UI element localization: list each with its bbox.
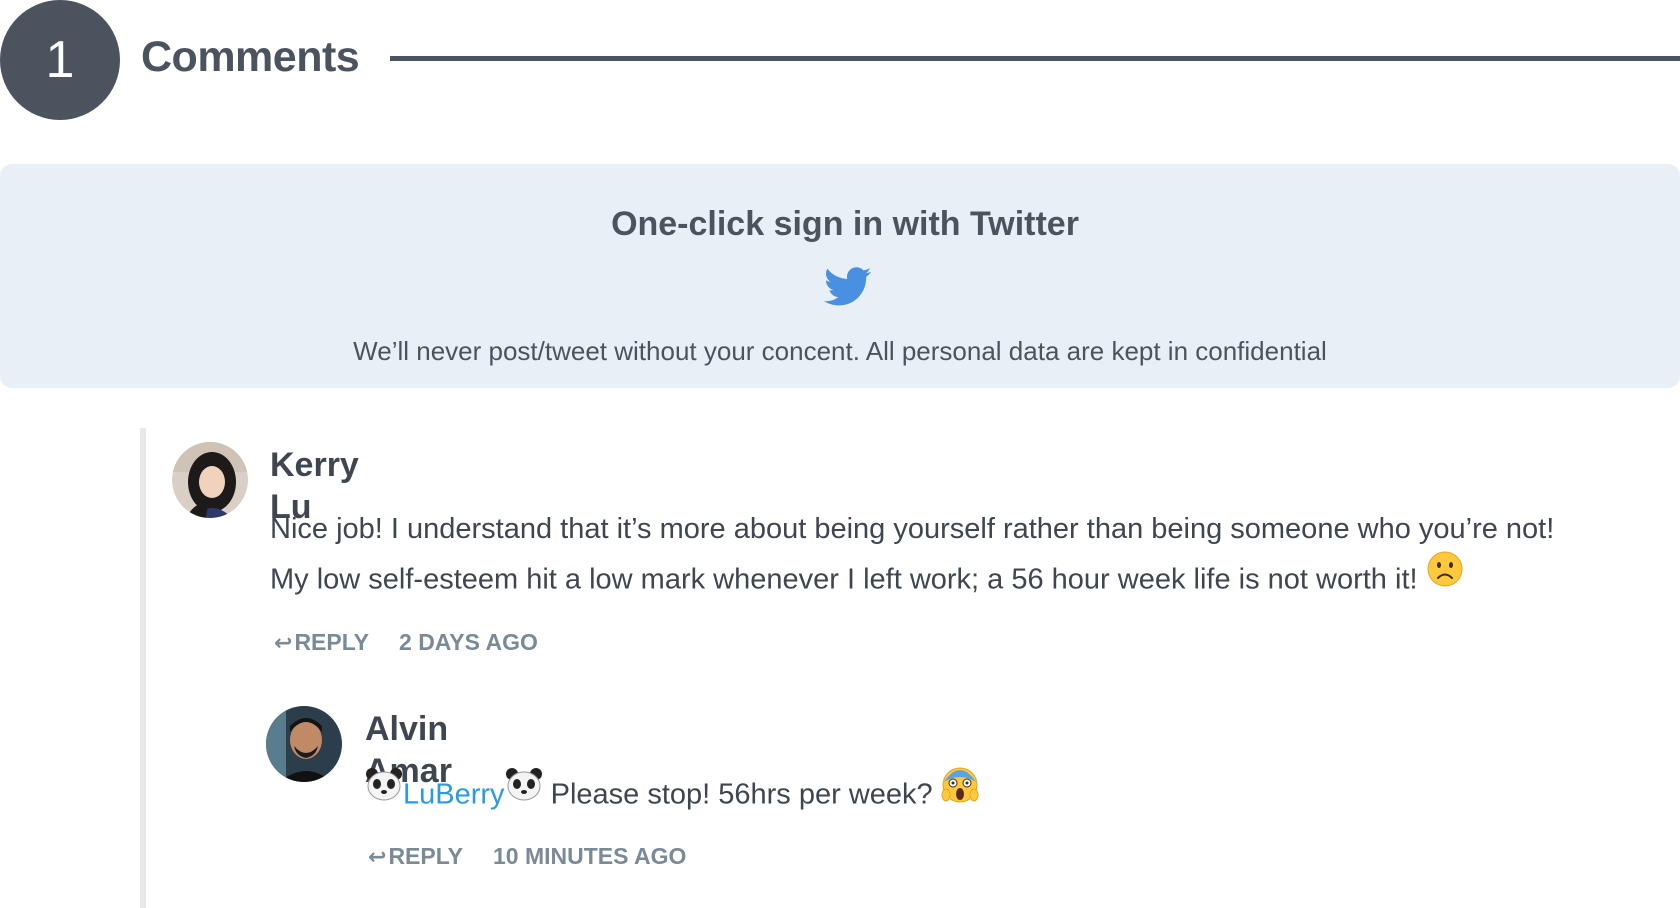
comment-line-with-emoji: My low self-esteem hit a low mark whenev… — [270, 551, 1554, 608]
comment-text: Please stop! 56hrs per week? — [542, 778, 941, 811]
comment-count-badge: 1 — [0, 0, 120, 120]
comment-line: My low self-esteem hit a low mark whenev… — [270, 563, 1418, 596]
privacy-note: We’ll never post/tweet without your conc… — [353, 336, 1327, 366]
face-screaming-in-fear-icon — [941, 764, 979, 820]
reply-arrow-icon: ↩ — [274, 630, 293, 655]
comment-body: Nice job! I understand that it’s more ab… — [270, 504, 1554, 608]
comments-header: 1 Comments — [0, 0, 1680, 120]
header-divider — [390, 56, 1680, 61]
user-mention-link[interactable]: LuBerry — [403, 779, 505, 811]
comment-body: LuBerry Please stop! 56hrs per week? — [365, 767, 979, 824]
signin-title[interactable]: One-click sign in with Twitter — [0, 202, 1680, 246]
comments-title: Comments — [141, 33, 360, 81]
avatar[interactable] — [172, 442, 248, 518]
twitter-bird-icon[interactable] — [824, 266, 872, 308]
avatar[interactable] — [266, 706, 342, 782]
comment-timestamp: 2 DAYS AGO — [399, 629, 538, 655]
comment-line: Nice job! I understand that it’s more ab… — [270, 513, 1555, 545]
comment-meta: ↩REPLY 2 DAYS AGO — [274, 627, 538, 658]
reply-arrow-icon: ↩ — [368, 844, 387, 869]
reply-button[interactable]: ↩REPLY — [274, 627, 369, 658]
comment-meta: ↩REPLY 10 MINUTES AGO — [368, 841, 686, 872]
panda-face-icon — [365, 767, 403, 817]
reply-label: REPLY — [388, 843, 464, 869]
panda-face-icon — [505, 767, 543, 817]
slightly-frowning-face-icon — [1426, 550, 1464, 604]
reply-label: REPLY — [294, 629, 370, 655]
twitter-signin-panel[interactable]: One-click sign in with Twitter We’ll nev… — [0, 164, 1680, 388]
reply-button[interactable]: ↩REPLY — [368, 841, 463, 872]
comment-timestamp: 10 MINUTES AGO — [493, 843, 687, 869]
thread-rail — [140, 428, 146, 908]
